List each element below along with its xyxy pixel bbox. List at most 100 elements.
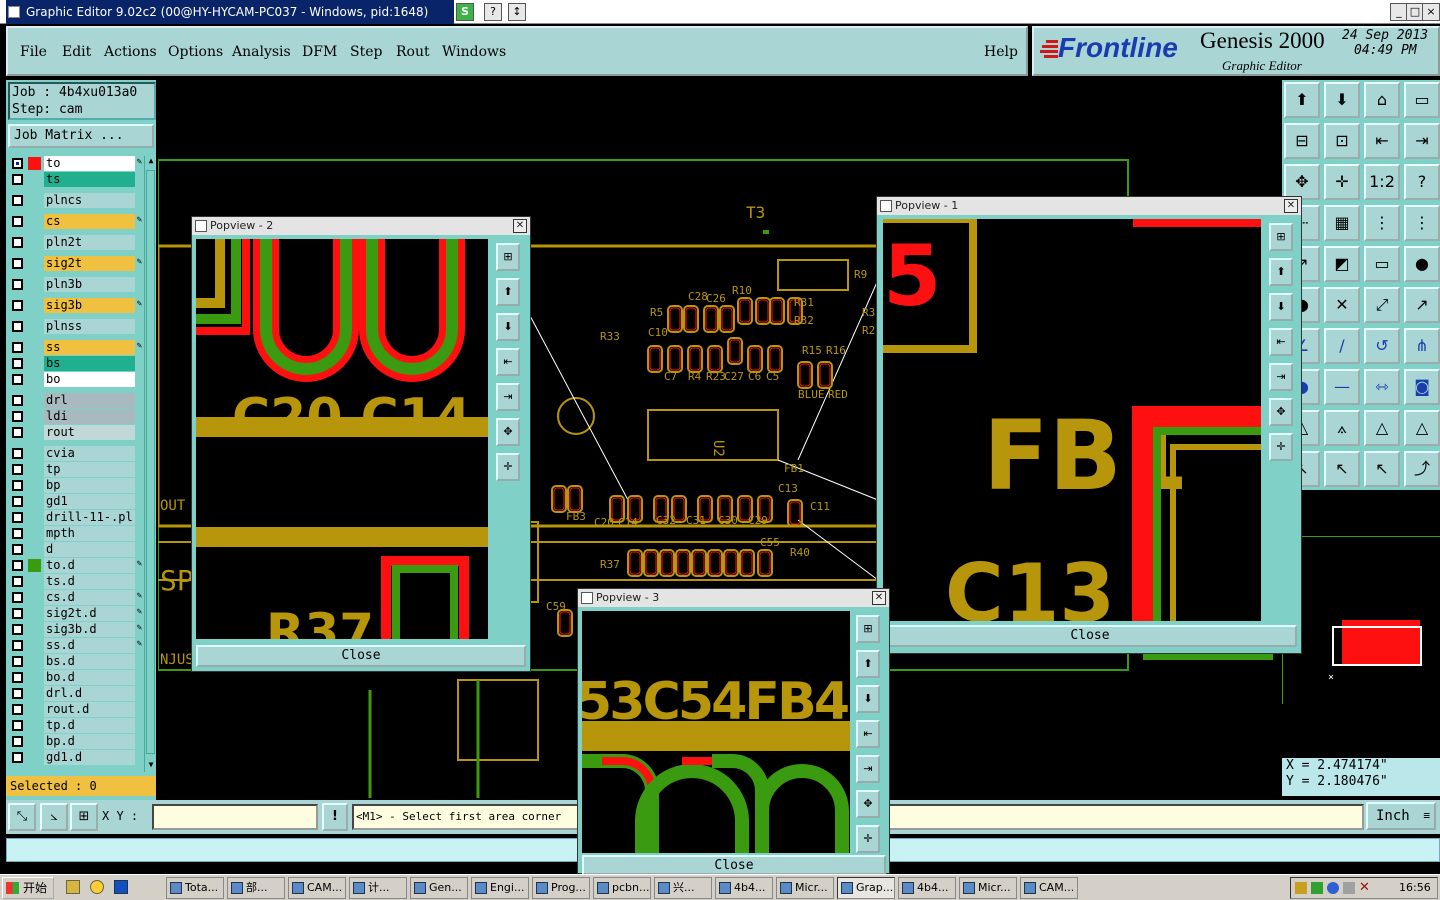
- layer-checkbox[interactable]: [12, 720, 23, 731]
- layer-row-pln2t[interactable]: pln2t: [8, 235, 144, 250]
- popview-1-titlebar[interactable]: Popview - 1 ✕: [877, 197, 1301, 215]
- tool-grid-icon[interactable]: ▦: [1324, 205, 1360, 241]
- tool-frame-icon[interactable]: ▭: [1404, 82, 1440, 118]
- overview-map[interactable]: ×: [1282, 536, 1440, 704]
- layer-checkbox[interactable]: [12, 608, 23, 619]
- tool-save-icon[interactable]: ⌂: [1364, 82, 1400, 118]
- tool-open-icon[interactable]: ⬇: [1324, 82, 1360, 118]
- quicklaunch-clock-icon[interactable]: [90, 880, 104, 894]
- layer-checkbox[interactable]: [12, 640, 23, 651]
- layer-checkbox[interactable]: [12, 258, 23, 269]
- layer-row-ts[interactable]: ts: [8, 172, 144, 187]
- layer-checkbox[interactable]: [12, 704, 23, 715]
- layer-row-ldi[interactable]: ldi: [8, 409, 144, 424]
- layer-row-sig3b[interactable]: sig3b ✎: [8, 298, 144, 313]
- exclamation-icon[interactable]: !: [322, 803, 348, 831]
- menu-dfm[interactable]: DFM: [302, 44, 337, 60]
- layer-checkbox[interactable]: [12, 279, 23, 290]
- layer-row-rout-d[interactable]: rout.d: [8, 702, 144, 717]
- taskbar-item-1[interactable]: 部...: [227, 877, 285, 899]
- menu-analysis[interactable]: Analysis: [232, 44, 291, 60]
- menu-edit[interactable]: Edit: [62, 44, 91, 60]
- popview-3-tool-4-icon[interactable]: ⇥: [856, 755, 880, 783]
- layer-row-bs-d[interactable]: bs.d: [8, 654, 144, 669]
- tool-prev-icon[interactable]: ⇤: [1364, 123, 1400, 159]
- layer-row-gd1[interactable]: gd1: [8, 494, 144, 509]
- popview-3-view[interactable]: 53C54FB4: [582, 611, 850, 853]
- popview-3-tool-2-icon[interactable]: ⬇: [856, 685, 880, 713]
- taskbar-item-11[interactable]: Grap...: [837, 877, 895, 899]
- measure-icon[interactable]: ⦣: [40, 803, 68, 831]
- scroll-thumb[interactable]: [146, 170, 155, 754]
- layer-row-ss[interactable]: ss ✎: [8, 340, 144, 355]
- layer-row-tp-d[interactable]: tp.d: [8, 718, 144, 733]
- popview-3-close-button[interactable]: Close: [582, 855, 886, 875]
- tool-filter-icon[interactable]: ⋔: [1404, 328, 1440, 364]
- taskbar-item-5[interactable]: Engi...: [471, 877, 529, 899]
- quicklaunch-desktop-icon[interactable]: [66, 880, 80, 894]
- tool-slash-icon[interactable]: /: [1324, 328, 1360, 364]
- layer-row-bo-d[interactable]: bo.d: [8, 670, 144, 685]
- taskbar-item-2[interactable]: CAM...: [288, 877, 346, 899]
- layer-checkbox[interactable]: [12, 560, 23, 571]
- taskbar-item-8[interactable]: 兴...: [654, 877, 712, 899]
- layer-checkbox[interactable]: [12, 158, 23, 169]
- tool-select-d-icon[interactable]: ⤴: [1404, 451, 1440, 487]
- tray-close-icon[interactable]: ✕: [1359, 880, 1370, 895]
- popview-3-tool-3-icon[interactable]: ⇤: [856, 720, 880, 748]
- layer-row-to[interactable]: to ✎: [8, 156, 144, 171]
- popview-2-close-button[interactable]: Close: [196, 645, 526, 667]
- layer-row-to-d[interactable]: to.d ✎: [8, 558, 144, 573]
- layer-checkbox[interactable]: [12, 448, 23, 459]
- popview-3-tool-6-icon[interactable]: ✛: [856, 825, 880, 853]
- layer-checkbox[interactable]: [12, 528, 23, 539]
- tool-arrow-icon[interactable]: ↗: [1404, 287, 1440, 323]
- popview-1-view[interactable]: 5 FB1 C13: [883, 219, 1261, 621]
- popview-2-tool-1-icon[interactable]: ⬆: [496, 278, 520, 306]
- taskbar-item-14[interactable]: CAM...: [1020, 877, 1078, 899]
- tool-cluster-icon[interactable]: ◙: [1404, 369, 1440, 405]
- popview-1-tool-0-icon[interactable]: ⊞: [1269, 223, 1293, 251]
- layer-row-drl-d[interactable]: drl.d: [8, 686, 144, 701]
- layer-row-sig2t-d[interactable]: sig2t.d ✎: [8, 606, 144, 621]
- tray-icon-4[interactable]: [1343, 882, 1355, 894]
- start-button[interactable]: 开始: [2, 877, 54, 899]
- layer-row-cs[interactable]: cs ✎: [8, 214, 144, 229]
- layer-row-pln3b[interactable]: pln3b: [8, 277, 144, 292]
- tool-arc-icon[interactable]: ⤢: [1364, 287, 1400, 323]
- taskbar-item-12[interactable]: 4b4...: [898, 877, 956, 899]
- popview-1-tool-5-icon[interactable]: ✥: [1269, 398, 1293, 426]
- tool-triangle-c-icon[interactable]: △: [1364, 410, 1400, 446]
- popview-2-view[interactable]: C20 C14 R37: [196, 239, 488, 639]
- tool-scale-1-2-icon[interactable]: 1:2: [1364, 164, 1400, 200]
- layer-checkbox[interactable]: [12, 512, 23, 523]
- tool-dimension-icon[interactable]: ⇿: [1364, 369, 1400, 405]
- menu-step[interactable]: Step: [350, 44, 382, 60]
- popview-2-tool-0-icon[interactable]: ⊞: [496, 243, 520, 271]
- tool-measure-icon[interactable]: ▭: [1364, 246, 1400, 282]
- popview-3-close-icon[interactable]: ✕: [872, 591, 886, 605]
- popview-3-tool-5-icon[interactable]: ✥: [856, 790, 880, 818]
- layer-scrollbar[interactable]: ▲ ▼: [144, 156, 156, 772]
- popview-2-titlebar[interactable]: Popview - 2 ✕: [192, 217, 530, 235]
- layer-row-ss-d[interactable]: ss.d ✎: [8, 638, 144, 653]
- menu-rout[interactable]: Rout: [396, 44, 430, 60]
- layer-checkbox[interactable]: [12, 374, 23, 385]
- taskbar-item-7[interactable]: pcbn...: [593, 877, 651, 899]
- layer-checkbox[interactable]: [12, 576, 23, 587]
- layer-checkbox[interactable]: [12, 300, 23, 311]
- layer-checkbox[interactable]: [12, 174, 23, 185]
- help-icon-button[interactable]: ?: [484, 3, 502, 21]
- taskbar-item-13[interactable]: Micr...: [959, 877, 1017, 899]
- layer-checkbox[interactable]: [12, 656, 23, 667]
- layer-checkbox[interactable]: [12, 411, 23, 422]
- popview-2-close-icon[interactable]: ✕: [513, 219, 527, 233]
- layer-checkbox[interactable]: [12, 464, 23, 475]
- tool-triangle-b-icon[interactable]: ⟑: [1324, 410, 1360, 446]
- layer-checkbox[interactable]: [12, 395, 23, 406]
- popview-2-tool-4-icon[interactable]: ⇥: [496, 383, 520, 411]
- tool-center-icon[interactable]: ✛: [1324, 164, 1360, 200]
- menu-help[interactable]: Help: [984, 44, 1018, 60]
- popview-1-tool-2-icon[interactable]: ⬇: [1269, 293, 1293, 321]
- units-selector[interactable]: Inch ≡: [1366, 802, 1436, 830]
